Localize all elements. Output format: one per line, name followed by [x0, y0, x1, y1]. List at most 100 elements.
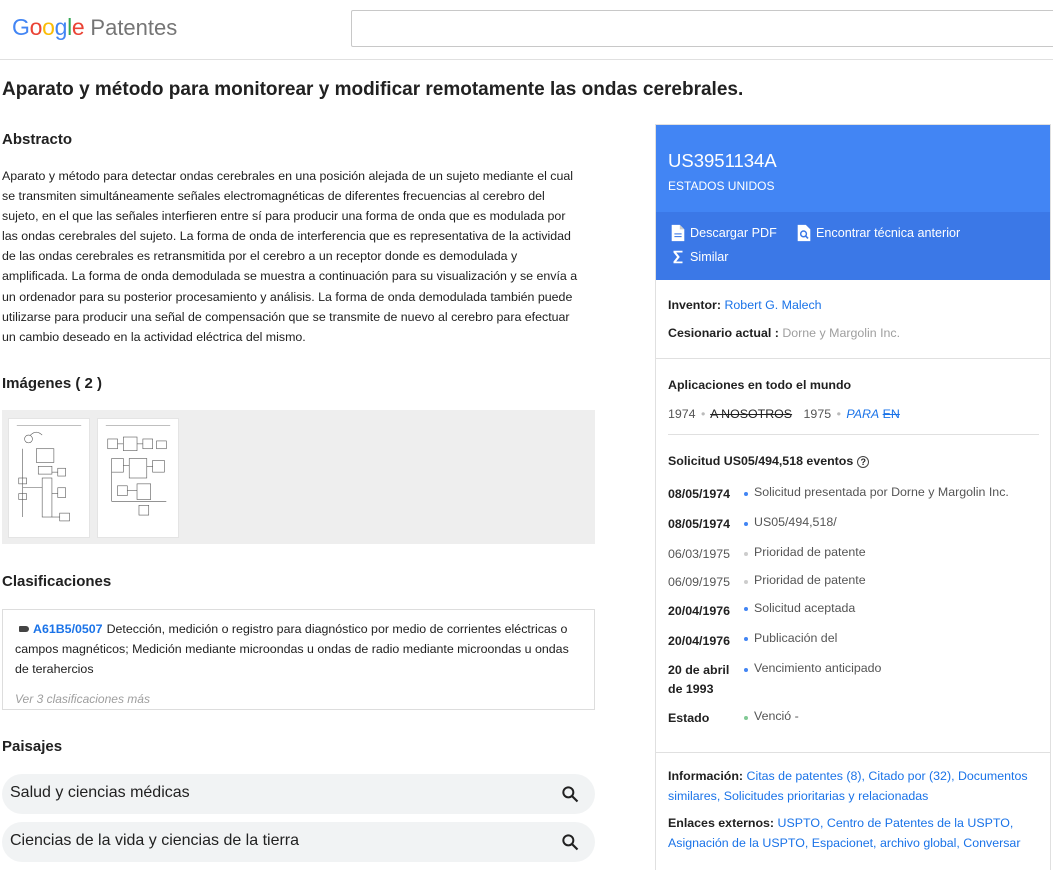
patent-info-panel: US3951134A ESTADOS UNIDOS Descargar PDF … [655, 124, 1051, 870]
event-dot [744, 668, 748, 672]
event-dot [744, 580, 748, 584]
info-link[interactable]: Solicitudes prioritarias y relacionadas [724, 789, 929, 803]
classification-box: A61B5/0507 Detección, medición o registro… [2, 609, 595, 710]
event-dot [744, 607, 748, 611]
status-dot [744, 716, 748, 720]
patent-header: US3951134A ESTADOS UNIDOS [656, 125, 1050, 212]
download-pdf-label: Descargar PDF [690, 226, 777, 240]
external-link[interactable]: Asignación de la USPTO, [668, 836, 808, 850]
document-icon [671, 224, 685, 242]
events-heading-text: Solicitud US05/494,518 eventos [668, 454, 854, 468]
event-date: 20 de abril de 1993 [668, 661, 729, 699]
landscape-label: Salud y ciencias médicas [10, 784, 190, 801]
external-link[interactable]: Conversar [963, 836, 1020, 850]
logo-letter: o [29, 14, 43, 40]
event-text: Prioridad de patente [754, 573, 866, 587]
event-date: 20/04/1976 [668, 634, 731, 648]
assignee-label: Cesionario actual : [668, 326, 779, 340]
inventor-row: Inventor: Robert G. Malech [668, 298, 822, 312]
landscape-chip[interactable]: Salud y ciencias médicas [2, 774, 595, 814]
external-link[interactable]: archivo global, [880, 836, 960, 850]
top-bar: Google Patentes [0, 0, 1053, 60]
info-link[interactable]: Citas de patentes (8), [747, 769, 865, 783]
event-date: 06/03/1975 [668, 547, 731, 561]
images-strip [2, 410, 595, 544]
prior-art-button[interactable]: Encontrar técnica anterior [796, 224, 960, 242]
download-pdf-button[interactable]: Descargar PDF [670, 224, 777, 242]
assignee-value: Dorne y Margolin Inc. [782, 326, 901, 340]
external-links-label: Enlaces externos: [668, 816, 775, 830]
classification-code-link[interactable]: A61B5/0507 [33, 622, 103, 636]
classification-entry: A61B5/0507 Detección, medición o registro… [15, 619, 582, 679]
worldwide-year: 1974 [668, 407, 696, 421]
inventor-label: Inventor: [668, 298, 722, 312]
prior-art-label: Encontrar técnica anterior [816, 226, 961, 240]
worldwide-year: 1975 [803, 407, 832, 421]
divider [656, 752, 1050, 753]
event-date: 06/09/1975 [668, 575, 731, 589]
divider [668, 434, 1039, 435]
patent-drawing [16, 425, 82, 522]
help-icon[interactable]: ? [857, 456, 870, 468]
event-date-line: de 1993 [668, 682, 714, 696]
sigma-icon [673, 250, 683, 264]
search-icon[interactable] [560, 832, 580, 852]
similar-label: Similar [690, 250, 729, 264]
label-tag-icon [19, 626, 29, 632]
event-text: Solicitud presentada por Dorne y Margoli… [754, 485, 1009, 499]
logo-letter: o [42, 14, 55, 40]
event-dot [744, 522, 748, 526]
status-label: Estado [668, 711, 710, 725]
search-icon[interactable] [560, 784, 580, 804]
event-text: Vencimiento anticipado [754, 661, 882, 675]
event-date-line: 20 de abril [668, 663, 730, 677]
landscape-chip[interactable]: Ciencias de la vida y ciencias de la tie… [2, 822, 595, 862]
patent-drawing [105, 425, 171, 516]
events-heading: Solicitud US05/494,518 eventos? [668, 454, 870, 468]
search-input[interactable] [351, 10, 1053, 47]
event-dot [744, 637, 748, 641]
external-link[interactable]: Espacionet, [812, 836, 877, 850]
worldwide-country-link[interactable]: PARA [846, 407, 879, 421]
patent-drawing-thumbnail[interactable] [97, 418, 179, 538]
bullet: • [836, 407, 841, 421]
patent-country: ESTADOS UNIDOS [668, 179, 775, 193]
classifications-heading: Clasificaciones [2, 573, 112, 590]
page-title: Aparato y método para monitorear y modif… [2, 79, 744, 100]
worldwide-heading: Aplicaciones en todo el mundo [668, 378, 852, 392]
abstract-heading: Abstracto [2, 131, 73, 148]
event-dot [744, 552, 748, 556]
logo-letter: e [71, 14, 85, 40]
external-link[interactable]: Centro de Patentes de la USPTO, [827, 816, 1013, 830]
patent-actions: Descargar PDF Encontrar técnica anterior… [656, 212, 1050, 280]
information-label: Información: [668, 769, 744, 783]
external-links-section: Enlaces externos: USPTO, Centro de Paten… [668, 813, 1048, 853]
document-search-icon [797, 224, 811, 242]
event-text: US05/494,518/ [754, 515, 837, 529]
worldwide-country-link[interactable]: EN [883, 407, 900, 421]
landscape-label: Ciencias de la vida y ciencias de la tie… [10, 832, 300, 849]
similar-button[interactable]: Similar [670, 248, 728, 266]
information-section: Información: Citas de patentes (8), Cita… [668, 766, 1048, 806]
logo-letter: g [54, 14, 68, 40]
more-classifications-link[interactable]: Ver 3 clasificaciones más [15, 689, 582, 709]
product-name: Patentes [90, 15, 178, 40]
images-heading: Imágenes ( 2 ) [2, 375, 103, 392]
patent-drawing-thumbnail[interactable] [8, 418, 90, 538]
info-link[interactable]: Citado por (32), [868, 769, 954, 783]
event-text: Publicación del [754, 631, 838, 645]
event-dot [744, 492, 748, 496]
abstract-text: Aparato y método para detectar ondas cer… [2, 169, 578, 344]
status-value: Venció - [754, 709, 799, 723]
external-link[interactable]: USPTO, [778, 816, 824, 830]
google-patents-logo[interactable]: Google Patentes [12, 14, 177, 41]
patent-number: US3951134A [668, 150, 777, 171]
assignee-row: Cesionario actual : Dorne y Margolin Inc… [668, 326, 900, 340]
event-text: Solicitud aceptada [754, 601, 856, 615]
divider [656, 358, 1050, 359]
event-date: 20/04/1976 [668, 604, 731, 618]
inventor-link[interactable]: Robert G. Malech [724, 298, 821, 312]
logo-letter: G [12, 14, 30, 40]
worldwide-country-current: A NOSOTROS [710, 407, 793, 421]
bullet: • [701, 407, 706, 421]
